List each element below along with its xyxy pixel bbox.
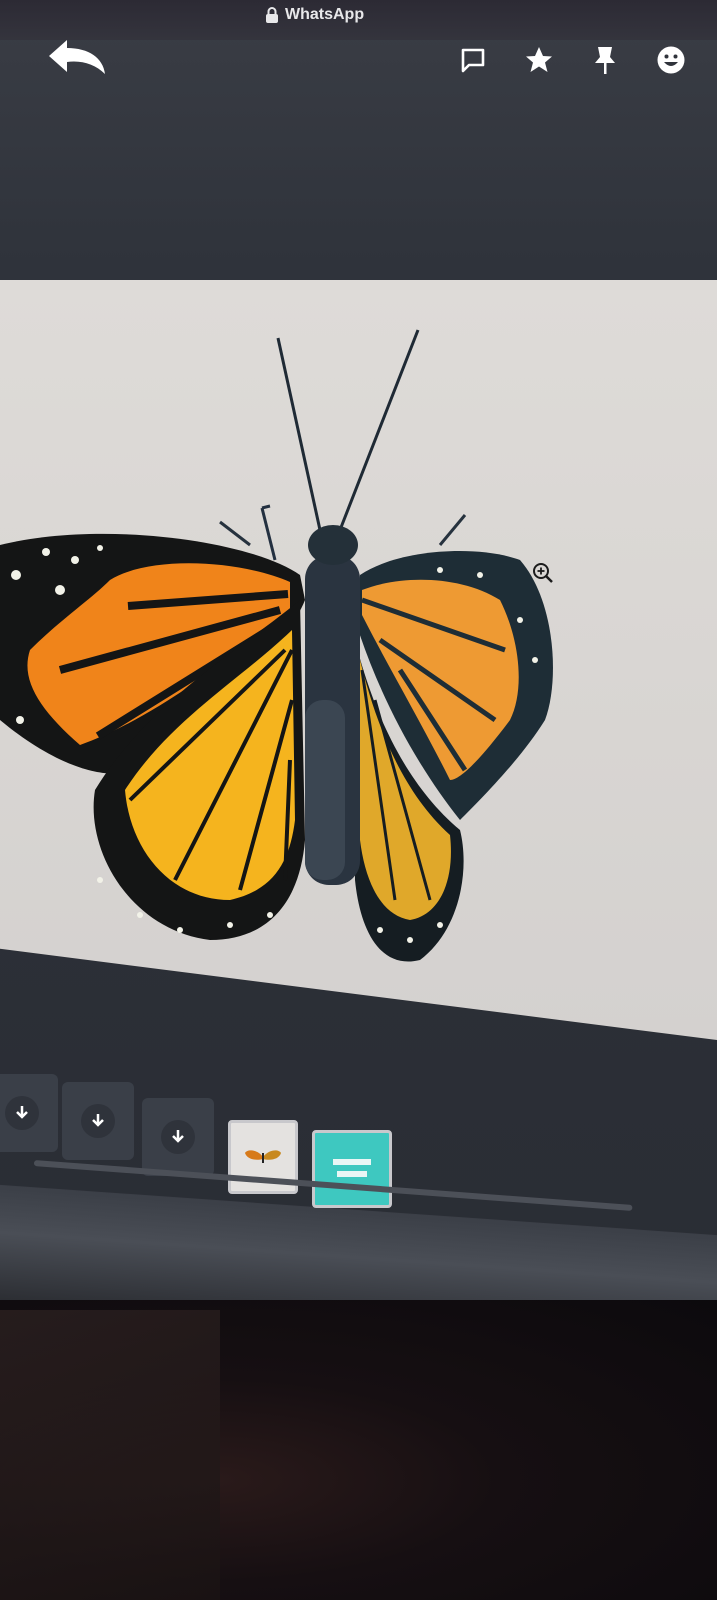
butterfly-thumbnail-image (245, 1150, 281, 1163)
thumbnail-download[interactable] (142, 1098, 214, 1176)
pin-icon (595, 47, 615, 74)
star-icon (526, 47, 552, 72)
thumbnail-download[interactable] (0, 1074, 58, 1152)
pin-button[interactable] (589, 44, 621, 76)
download-arrow-icon (5, 1096, 39, 1130)
document-thumbnail-image (333, 1159, 371, 1177)
emoji-react-button[interactable] (655, 44, 687, 76)
zoom-in-icon[interactable] (532, 562, 554, 588)
download-arrow-icon (81, 1104, 115, 1138)
reply-arrow-icon (49, 40, 105, 74)
thumbnail-download[interactable] (62, 1082, 134, 1160)
app-title: WhatsApp (265, 6, 364, 24)
download-arrow-icon (161, 1120, 195, 1154)
message-square-icon (461, 48, 485, 73)
butterfly-image[interactable] (0, 320, 717, 980)
media-toolbar (457, 44, 687, 76)
thumbnail-strip (0, 1066, 717, 1216)
smiley-icon (657, 46, 685, 74)
star-button[interactable] (523, 44, 555, 76)
thumbnail-teal-document[interactable] (312, 1130, 392, 1208)
app-title-text: WhatsApp (285, 6, 365, 23)
lock-icon (265, 6, 279, 24)
reply-message-button[interactable] (457, 44, 489, 76)
back-button[interactable] (42, 32, 112, 82)
desk-object (0, 1310, 220, 1600)
